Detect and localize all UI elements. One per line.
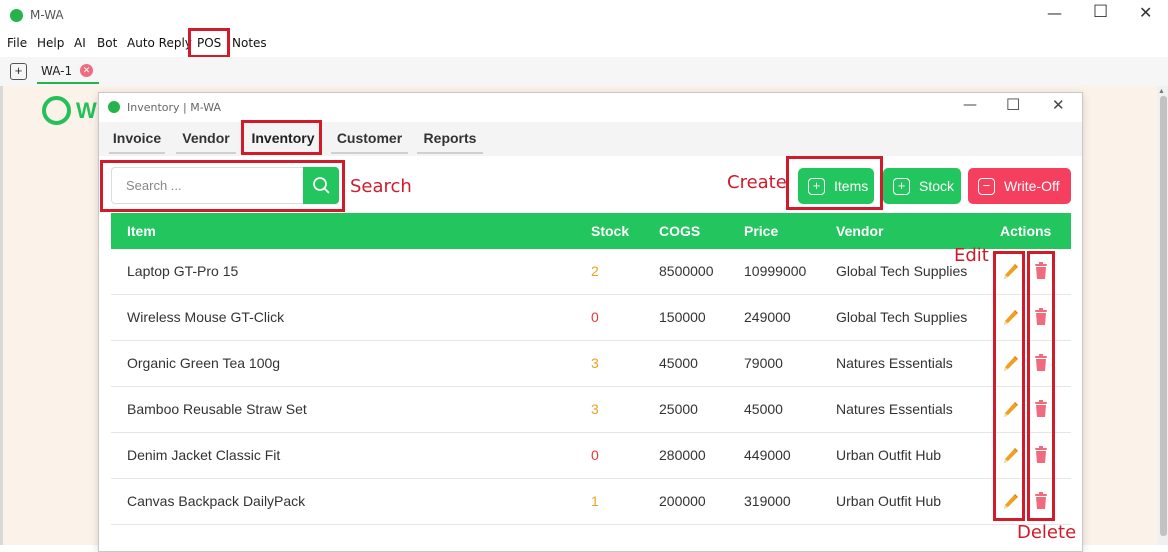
cell-price: 319000 — [744, 493, 791, 509]
cell-price: 79000 — [744, 355, 783, 371]
annotation-create-label: Create — [727, 172, 787, 193]
table-row: Canvas Backpack DailyPack 1 200000 319000 Ur… — [111, 479, 1071, 525]
maximize-button[interactable]: ☐ — [1093, 2, 1108, 22]
menu-file[interactable]: File — [7, 36, 27, 50]
annotation-search-label: Search — [350, 176, 412, 197]
cell-vendor: Natures Essentials — [836, 401, 953, 417]
scrollbar-thumb[interactable] — [1160, 96, 1167, 536]
minimize-button[interactable]: — — [1047, 4, 1062, 22]
column-vendor: Vendor — [836, 223, 884, 239]
column-item: Item — [127, 223, 156, 239]
tab-close-icon[interactable]: ✕ — [80, 64, 93, 77]
column-stock: Stock — [591, 223, 630, 239]
cell-cogs: 280000 — [659, 447, 706, 463]
annotation-delete-box — [1027, 251, 1055, 521]
close-button[interactable]: ✕ — [1139, 3, 1152, 22]
cell-stock: 1 — [591, 493, 599, 509]
tab-reports[interactable]: Reports — [417, 130, 483, 154]
column-cogs: COGS — [659, 223, 701, 239]
write-off-label: Write-Off — [1004, 178, 1060, 194]
menu-bar: File Help AI Bot Auto Reply POS Notes — [0, 31, 1168, 57]
tab-vendor[interactable]: Vendor — [176, 130, 236, 154]
column-price: Price — [744, 223, 779, 239]
annotation-edit-label: Edit — [954, 245, 989, 266]
cell-vendor: Urban Outfit Hub — [836, 447, 942, 463]
inventory-window-title: Inventory | M-WA — [127, 101, 222, 114]
cell-cogs: 45000 — [659, 355, 698, 371]
active-tab-indicator — [37, 82, 99, 84]
inventory-minimize-button[interactable]: — — [963, 97, 977, 113]
annotation-edit-box — [993, 251, 1025, 521]
inventory-maximize-button[interactable]: ☐ — [1006, 95, 1020, 114]
table-header: Item Stock COGS Price Vendor Actions — [111, 213, 1071, 249]
table-row: Organic Green Tea 100g 3 45000 79000 Natures… — [111, 341, 1071, 387]
cell-item: Organic Green Tea 100g — [127, 355, 281, 371]
table-row: Bamboo Reusable Straw Set 3 25000 45000 Natu… — [111, 387, 1071, 433]
cell-price: 249000 — [744, 309, 791, 325]
cell-vendor: Global Tech Supplies — [836, 263, 968, 279]
app-titlebar: M-WA — ☐ ✕ — [0, 0, 1168, 31]
tab-bar: + WA-1 ✕ — [0, 57, 1168, 86]
annotation-inventory-tab — [241, 120, 322, 155]
menu-bot[interactable]: Bot — [97, 36, 117, 50]
tab-customer[interactable]: Customer — [331, 130, 408, 154]
tab-invoice[interactable]: Invoice — [109, 130, 165, 154]
table-row: Denim Jacket Classic Fit 0 280000 449000 Urb… — [111, 433, 1071, 479]
inventory-close-button[interactable]: ✕ — [1052, 96, 1065, 114]
annotation-create-box — [786, 156, 883, 210]
annotation-delete-label: Delete — [1017, 522, 1077, 543]
cell-stock: 3 — [591, 401, 599, 417]
cell-item: Bamboo Reusable Straw Set — [127, 401, 307, 417]
cell-vendor: Urban Outfit Hub — [836, 493, 942, 509]
scroll-up-icon[interactable]: ▲ — [1158, 88, 1165, 95]
cell-item: Wireless Mouse GT-Click — [127, 309, 285, 325]
menu-ai[interactable]: AI — [74, 36, 86, 50]
whatsapp-icon — [108, 101, 120, 113]
inventory-titlebar: Inventory | M-WA — ☐ ✕ — [99, 93, 1082, 122]
table-row: Wireless Mouse GT-Click 0 150000 249000 Glob… — [111, 295, 1071, 341]
cell-item: Laptop GT-Pro 15 — [127, 263, 239, 279]
add-stock-label: Stock — [919, 178, 955, 194]
cell-vendor: Natures Essentials — [836, 355, 953, 371]
column-actions: Actions — [1000, 223, 1052, 239]
background-logo-text: W — [76, 98, 97, 123]
cell-stock: 0 — [591, 447, 599, 463]
annotation-pos-highlight — [188, 28, 230, 58]
menu-notes[interactable]: Notes — [232, 36, 267, 50]
cell-stock: 3 — [591, 355, 599, 371]
cell-item: Canvas Backpack DailyPack — [127, 493, 306, 509]
cell-price: 10999000 — [744, 263, 807, 279]
cell-cogs: 200000 — [659, 493, 706, 509]
plus-icon: + — [893, 177, 910, 195]
left-edge — [0, 86, 3, 545]
cell-cogs: 150000 — [659, 309, 706, 325]
cell-vendor: Global Tech Supplies — [836, 309, 968, 325]
annotation-search-box — [100, 160, 345, 212]
cell-price: 45000 — [744, 401, 783, 417]
menu-help[interactable]: Help — [37, 36, 64, 50]
whatsapp-logo-icon — [42, 96, 71, 125]
whatsapp-icon — [10, 9, 23, 22]
cell-cogs: 25000 — [659, 401, 698, 417]
tab-wa-1[interactable]: WA-1 — [41, 64, 72, 78]
minus-icon: − — [978, 177, 995, 195]
app-title: M-WA — [30, 8, 64, 22]
write-off-button[interactable]: − Write-Off — [968, 168, 1071, 204]
table-row: Laptop GT-Pro 15 2 8500000 10999000 Global T… — [111, 249, 1071, 295]
cell-item: Denim Jacket Classic Fit — [127, 447, 281, 463]
cell-price: 449000 — [744, 447, 791, 463]
menu-auto-reply[interactable]: Auto Reply — [127, 36, 192, 50]
cell-stock: 2 — [591, 263, 599, 279]
cell-stock: 0 — [591, 309, 599, 325]
add-stock-button[interactable]: + Stock — [883, 168, 961, 204]
cell-cogs: 8500000 — [659, 263, 714, 279]
new-tab-button[interactable]: + — [10, 63, 27, 80]
